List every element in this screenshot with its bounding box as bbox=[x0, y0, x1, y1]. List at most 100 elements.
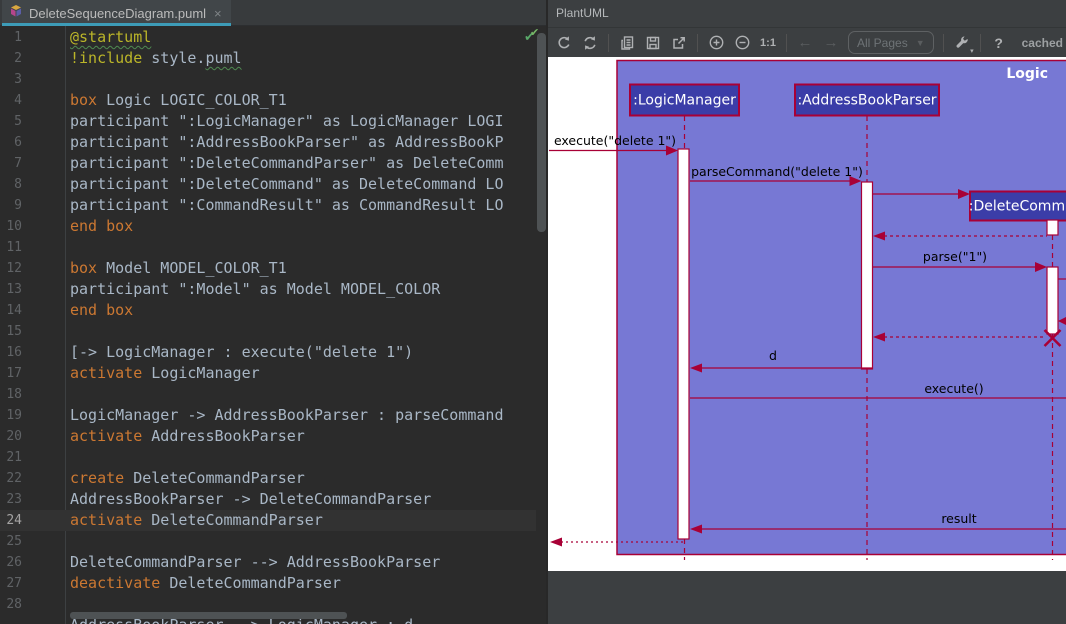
frame-title: Logic bbox=[1006, 66, 1048, 82]
participant-address-book-parser: :AddressBookParser bbox=[795, 85, 939, 116]
line-number: 12 bbox=[0, 258, 22, 279]
plantuml-toolbar: 1:1 ← → All Pages ▼ ▾ ? cached bbox=[548, 28, 1066, 57]
settings-wrench-button[interactable]: ▾ bbox=[949, 31, 975, 55]
prev-page-button[interactable]: ← bbox=[792, 31, 818, 55]
line-number: 18 bbox=[0, 384, 22, 405]
code-text: participant ":Model" as Model MODEL_COLO… bbox=[70, 279, 440, 300]
code-text: !include style.puml bbox=[70, 48, 242, 69]
code-line-20[interactable]: 20 activate AddressBookParser bbox=[0, 426, 536, 447]
zoom-actual-size-button[interactable]: 1:1 bbox=[755, 31, 781, 55]
code-line-2[interactable]: 2!include style.puml bbox=[0, 48, 536, 69]
code-text: activate DeleteCommandParser bbox=[70, 510, 323, 531]
line-number: 6 bbox=[0, 132, 22, 153]
svg-text::DeleteCommandParser: :DeleteCommandParser bbox=[969, 199, 1066, 215]
sequence-diagram: Logic :LogicManager :AddressBookParser bbox=[548, 57, 1066, 571]
line-number: 11 bbox=[0, 237, 22, 258]
code-line-10[interactable]: 10end box bbox=[0, 216, 536, 237]
line-number: 5 bbox=[0, 111, 22, 132]
next-page-button[interactable]: → bbox=[818, 31, 844, 55]
code-line-12[interactable]: 12 box Model MODEL_COLOR_T1 bbox=[0, 258, 536, 279]
save-diagram-button[interactable] bbox=[640, 31, 666, 55]
code-line-21[interactable]: 21 bbox=[0, 447, 536, 468]
help-button[interactable]: ? bbox=[986, 31, 1012, 55]
code-line-9[interactable]: 9 participant ":CommandResult" as Command… bbox=[0, 195, 536, 216]
tab-delete-sequence-diagram[interactable]: DeleteSequenceDiagram.puml × bbox=[2, 0, 231, 26]
code-text: participant ":LogicManager" as LogicMana… bbox=[70, 111, 503, 132]
code-line-13[interactable]: 13 participant ":Model" as Model MODEL_CO… bbox=[0, 279, 536, 300]
line-number: 25 bbox=[0, 531, 22, 552]
code-line-8[interactable]: 8 participant ":DeleteCommand" as DeleteC… bbox=[0, 174, 536, 195]
code-text: DeleteCommandParser --> AddressBookParse… bbox=[70, 552, 440, 573]
inspections-ok-icon[interactable]: ✔✔ bbox=[524, 29, 535, 45]
zoom-in-button[interactable] bbox=[703, 31, 729, 55]
code-text: [-> LogicManager : execute("delete 1") bbox=[70, 342, 413, 363]
refresh-button[interactable] bbox=[551, 31, 577, 55]
code-text: activate LogicManager bbox=[70, 363, 260, 384]
code-text: participant ":DeleteCommandParser" as De… bbox=[70, 153, 503, 174]
code-line-6[interactable]: 6 participant ":AddressBookParser" as Add… bbox=[0, 132, 536, 153]
copy-diagram-button[interactable] bbox=[614, 31, 640, 55]
message-execute2: execute() bbox=[924, 381, 983, 396]
code-line-24[interactable]: 24activate DeleteCommandParser bbox=[0, 510, 536, 531]
code-line-5[interactable]: 5 participant ":LogicManager" as LogicMan… bbox=[0, 111, 536, 132]
code-line-27[interactable]: 27deactivate DeleteCommandParser bbox=[0, 573, 536, 594]
line-number: 22 bbox=[0, 468, 22, 489]
code-text: participant ":CommandResult" as CommandR… bbox=[70, 195, 503, 216]
participant-logic-manager: :LogicManager bbox=[630, 85, 739, 116]
code-area[interactable]: 1@startuml2!include style.puml34box Logi… bbox=[0, 27, 548, 624]
code-text: activate AddressBookParser bbox=[70, 426, 305, 447]
message-execute: execute("delete 1") bbox=[554, 133, 676, 148]
line-number: 13 bbox=[0, 279, 22, 300]
line-number: 21 bbox=[0, 447, 22, 468]
code-text: LogicManager -> AddressBookParser : pars… bbox=[70, 405, 503, 426]
open-in-external-button[interactable] bbox=[666, 31, 692, 55]
toolbar-separator bbox=[786, 34, 787, 52]
code-line-11[interactable]: 11 bbox=[0, 237, 536, 258]
code-line-23[interactable]: 23AddressBookParser -> DeleteCommandPars… bbox=[0, 489, 536, 510]
line-number: 28 bbox=[0, 594, 22, 615]
line-number: 8 bbox=[0, 174, 22, 195]
line-number: 15 bbox=[0, 321, 22, 342]
message-parse: parse("1") bbox=[923, 249, 987, 264]
code-line-3[interactable]: 3 bbox=[0, 69, 536, 90]
code-line-19[interactable]: 19LogicManager -> AddressBookParser : pa… bbox=[0, 405, 536, 426]
code-line-4[interactable]: 4box Logic LOGIC_COLOR_T1 bbox=[0, 90, 536, 111]
line-number: 9 bbox=[0, 195, 22, 216]
message-result: result bbox=[941, 511, 976, 526]
reload-cache-button[interactable] bbox=[577, 31, 603, 55]
line-number: 17 bbox=[0, 363, 22, 384]
chevron-down-icon: ▾ bbox=[970, 47, 974, 55]
code-line-25[interactable]: 25 bbox=[0, 531, 536, 552]
panel-title: PlantUML bbox=[548, 0, 1066, 28]
code-text: create DeleteCommandParser bbox=[70, 468, 305, 489]
line-number: 20 bbox=[0, 426, 22, 447]
tab-title: DeleteSequenceDiagram.puml bbox=[29, 6, 206, 21]
line-number: 16 bbox=[0, 342, 22, 363]
editor-horizontal-scrollbar[interactable] bbox=[70, 612, 347, 619]
line-number: 3 bbox=[0, 69, 22, 90]
code-text: participant ":AddressBookParser" as Addr… bbox=[70, 132, 503, 153]
code-text: participant ":DeleteCommand" as DeleteCo… bbox=[70, 174, 503, 195]
editor-tab-bar: DeleteSequenceDiagram.puml × bbox=[0, 0, 548, 26]
code-line-1[interactable]: 1@startuml bbox=[0, 27, 536, 48]
code-line-26[interactable]: 26DeleteCommandParser --> AddressBookPar… bbox=[0, 552, 536, 573]
page-selector-dropdown[interactable]: All Pages ▼ bbox=[848, 31, 934, 54]
code-line-17[interactable]: 17 activate LogicManager bbox=[0, 363, 536, 384]
toolbar-separator bbox=[943, 34, 944, 52]
editor-vertical-scrollbar[interactable] bbox=[537, 33, 546, 232]
tab-close-icon[interactable]: × bbox=[212, 7, 222, 20]
code-line-16[interactable]: 16 [-> LogicManager : execute("delete 1") bbox=[0, 342, 536, 363]
editor-pane: DeleteSequenceDiagram.puml × 1@startuml2… bbox=[0, 0, 548, 624]
plantuml-file-icon bbox=[9, 4, 23, 23]
code-text: box Model MODEL_COLOR_T1 bbox=[70, 258, 287, 279]
svg-text::LogicManager: :LogicManager bbox=[633, 93, 736, 109]
zoom-out-button[interactable] bbox=[729, 31, 755, 55]
code-line-7[interactable]: 7 participant ":DeleteCommandParser" as D… bbox=[0, 153, 536, 174]
code-line-18[interactable]: 18 bbox=[0, 384, 536, 405]
code-line-22[interactable]: 22 create DeleteCommandParser bbox=[0, 468, 536, 489]
code-line-14[interactable]: 14end box bbox=[0, 300, 536, 321]
line-number: 7 bbox=[0, 153, 22, 174]
code-text: end box bbox=[70, 216, 133, 237]
message-parse-command: parseCommand("delete 1") bbox=[691, 164, 863, 179]
code-line-15[interactable]: 15 bbox=[0, 321, 536, 342]
